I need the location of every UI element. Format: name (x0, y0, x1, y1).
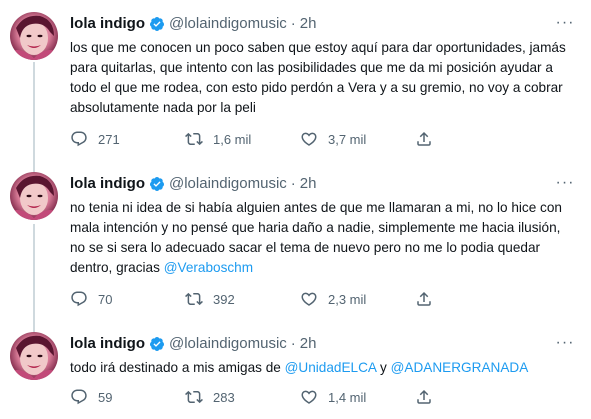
mention-link[interactable]: @Veraboschm (164, 260, 253, 275)
retweet-count: 1,6 mil (213, 131, 252, 147)
more-options-icon[interactable]: ··· (555, 335, 575, 356)
retweet-button[interactable]: 283 (185, 388, 300, 406)
display-name[interactable]: lola indigo (70, 174, 145, 194)
reply-count: 70 (98, 291, 113, 307)
user-handle[interactable]: @lolaindigomusic (169, 174, 287, 194)
tweet-thread: lola indigo @lolaindigomusic · 2h ··· lo… (0, 0, 591, 419)
retweet-icon (185, 388, 203, 406)
share-icon (415, 388, 433, 406)
reply-count: 59 (98, 389, 113, 405)
share-button[interactable] (415, 130, 443, 148)
like-count: 1,4 mil (328, 389, 367, 405)
more-options-icon[interactable]: ··· (555, 175, 575, 196)
separator-dot: · (290, 175, 296, 192)
retweet-button[interactable]: 1,6 mil (185, 130, 300, 148)
like-icon (300, 290, 318, 308)
separator-dot: · (290, 335, 296, 352)
tweet-text-part: y (376, 360, 391, 375)
tweet[interactable]: lola indigo @lolaindigomusic · 2h ··· to… (0, 322, 591, 419)
like-count: 2,3 mil (328, 291, 367, 307)
share-button[interactable] (415, 388, 443, 406)
retweet-icon (185, 290, 203, 308)
display-name[interactable]: lola indigo (70, 334, 145, 354)
reply-icon (70, 388, 88, 406)
like-button[interactable]: 3,7 mil (300, 130, 415, 148)
mention-link[interactable]: @ADANERGRANADA (391, 360, 529, 375)
tweet-text-part: todo irá destinado a mis amigas de (70, 360, 285, 375)
avatar[interactable] (10, 172, 58, 220)
thread-connector-line (33, 62, 35, 172)
separator-dot: · (290, 15, 296, 32)
retweet-count: 392 (213, 291, 235, 307)
tweet-actions: 59 283 1,4 mil (70, 388, 443, 406)
share-button[interactable] (415, 290, 443, 308)
tweet-text-part: los que me conocen un poco saben que est… (70, 40, 566, 115)
share-icon (415, 290, 433, 308)
like-button[interactable]: 1,4 mil (300, 388, 415, 406)
reply-button[interactable]: 59 (70, 388, 185, 406)
tweet-header: lola indigo @lolaindigomusic · 2h (70, 14, 316, 34)
tweet[interactable]: lola indigo @lolaindigomusic · 2h ··· no… (0, 162, 591, 332)
avatar[interactable] (10, 332, 58, 380)
tweet-header: lola indigo @lolaindigomusic · 2h (70, 174, 316, 194)
avatar[interactable] (10, 12, 58, 60)
like-icon (300, 130, 318, 148)
display-name[interactable]: lola indigo (70, 14, 145, 34)
tweet-header: lola indigo @lolaindigomusic · 2h (70, 334, 316, 354)
verified-badge-icon (149, 176, 165, 192)
tweet-text: no tenia ni idea de si había alguien ant… (70, 198, 570, 278)
reply-icon (70, 290, 88, 308)
verified-badge-icon (149, 336, 165, 352)
retweet-button[interactable]: 392 (185, 290, 300, 308)
reply-button[interactable]: 271 (70, 130, 185, 148)
like-count: 3,7 mil (328, 131, 367, 147)
share-icon (415, 130, 433, 148)
retweet-count: 283 (213, 389, 235, 405)
tweet[interactable]: lola indigo @lolaindigomusic · 2h ··· lo… (0, 0, 591, 172)
tweet-actions: 70 392 2,3 mil (70, 290, 443, 308)
like-button[interactable]: 2,3 mil (300, 290, 415, 308)
verified-badge-icon (149, 16, 165, 32)
reply-button[interactable]: 70 (70, 290, 185, 308)
tweet-timestamp[interactable]: 2h (300, 14, 317, 34)
user-handle[interactable]: @lolaindigomusic (169, 14, 287, 34)
retweet-icon (185, 130, 203, 148)
tweet-timestamp[interactable]: 2h (300, 174, 317, 194)
tweet-text: todo irá destinado a mis amigas de @Unid… (70, 358, 570, 378)
user-handle[interactable]: @lolaindigomusic (169, 334, 287, 354)
tweet-timestamp[interactable]: 2h (300, 334, 317, 354)
tweet-text-part: no tenia ni idea de si había alguien ant… (70, 200, 562, 275)
reply-count: 271 (98, 131, 120, 147)
tweet-actions: 271 1,6 mil 3,7 mil (70, 130, 443, 148)
thread-connector-line (33, 224, 35, 332)
more-options-icon[interactable]: ··· (555, 15, 575, 36)
mention-link[interactable]: @UnidadELCA (285, 360, 377, 375)
like-icon (300, 388, 318, 406)
reply-icon (70, 130, 88, 148)
tweet-text: los que me conocen un poco saben que est… (70, 38, 570, 118)
